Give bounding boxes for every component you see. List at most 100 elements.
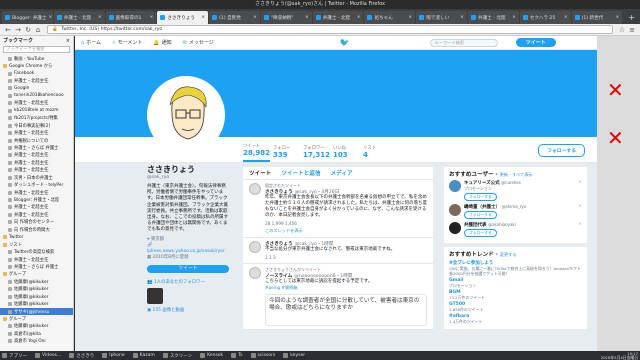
menu-icon[interactable]: ≡	[627, 26, 637, 34]
browser-tab[interactable]: Blogger: 弁護士 ×	[2, 11, 53, 24]
show-thread-link[interactable]: このスレッドを表示	[265, 228, 427, 234]
close-icon[interactable]: ×	[147, 15, 153, 20]
avatar[interactable]	[449, 222, 461, 234]
bookmark-item[interactable]: グループ	[0, 271, 73, 278]
browser-tab[interactable]: ささきりょう ×	[157, 11, 209, 24]
trend-item[interactable]: #全プレに参加しよう GWに実施。五巣に一番にTikTokで総合上に高級を知ろう！…	[449, 260, 582, 276]
browser-tab[interactable]: セクハラ 25 ×	[519, 11, 571, 24]
taskbar-item[interactable]: アプリー	[2, 353, 27, 359]
bookmark-item[interactable]: 弁護士・北陸主任	[0, 167, 73, 174]
close-icon[interactable]: ×	[406, 15, 412, 20]
browser-tab[interactable]: (1) 新世代 ×	[571, 11, 623, 24]
trends-change[interactable]: 変更する	[500, 252, 517, 257]
bookmark-item[interactable]: 今日の事実記事[2]	[0, 122, 73, 129]
reload-icon[interactable]: ↻	[23, 26, 33, 34]
taskbar-item[interactable]: ささきり	[69, 353, 94, 359]
avatar[interactable]	[249, 241, 261, 253]
timeline-tab[interactable]: ツイート	[249, 169, 271, 177]
close-icon[interactable]: ×	[303, 15, 309, 20]
bookmark-item[interactable]: Google	[0, 85, 73, 92]
profile-stat[interactable]: いいね 103	[333, 145, 360, 162]
browser-tab[interactable]: 暇で泥しい ×	[416, 11, 468, 24]
close-icon[interactable]: ×	[66, 38, 70, 44]
profile-stat[interactable]: フォロー 339	[273, 145, 300, 162]
browser-tab[interactable]: 弁護士 - 北陸 ×	[312, 11, 364, 24]
close-icon[interactable]: ×	[458, 15, 464, 20]
bookmark-item[interactable]: Facebook	[0, 70, 73, 77]
bookmark-item[interactable]: 弁護士・さらば 弁護士	[0, 144, 73, 151]
bookmark-item[interactable]: Twitter	[0, 234, 73, 241]
compose-tweet-button[interactable]: ツイート	[515, 38, 556, 47]
tweet-image[interactable]: 今回のような調査者が全国に分散していて、被害者は東京の場合、懲戒はどちらになりま…	[265, 294, 427, 326]
bookmark-item[interactable]: Twitterの高度な検索	[0, 248, 73, 255]
bookmark-item[interactable]: 弁護士・北陸主任	[0, 204, 73, 211]
close-icon[interactable]: ×	[96, 15, 102, 20]
browser-tab[interactable]: 画像取得の1 ×	[105, 11, 157, 24]
profile-website-link[interactable]: lplines.news.yahoo.co.jp/sasakiryo/	[147, 249, 224, 254]
tweet[interactable]: 固定されたツイート ささきりょう @sak_ryo・4月26日 昨年、東京弁護士会会長…	[243, 180, 433, 238]
tweet-actions[interactable]: 28 1,999 1,456	[265, 221, 427, 226]
bookmark-item[interactable]: リスト	[0, 241, 73, 248]
twitter-search-input[interactable]: キーワード検索	[429, 38, 498, 47]
bookmark-item[interactable]: 佐藤康(@kikuker	[0, 300, 73, 307]
close-icon[interactable]: ×	[510, 15, 516, 20]
follow-user-button[interactable]: フォローする	[464, 193, 497, 201]
trend-item[interactable]: #afbara 1.4万件のツイート	[449, 314, 582, 324]
close-icon[interactable]: ×	[562, 15, 568, 20]
bookmark-item[interactable]: 弁護士・北陸主任	[0, 129, 73, 136]
bookmark-item[interactable]: 高倉市(@kita	[0, 330, 73, 337]
bookmark-item[interactable]: 佐藤康(@kikuker	[0, 323, 73, 330]
taskbar-item[interactable]: Iphone	[102, 353, 125, 359]
close-icon[interactable]: ×	[47, 15, 53, 20]
nav-moments[interactable]: ⚡ モーメント	[112, 39, 142, 47]
bookmark-item[interactable]: ササキ(@jshensu	[0, 307, 73, 316]
suggested-user-name[interactable]: 嶋崎量（弁護士） @shima_ryo	[464, 204, 526, 210]
close-icon[interactable]: ×	[614, 15, 620, 20]
avatar[interactable]	[249, 183, 261, 195]
avatar[interactable]	[449, 180, 461, 192]
media-link[interactable]: ▣ 155 画像と動画	[147, 307, 229, 313]
profile-stat[interactable]: ツイート 28,982	[243, 143, 270, 162]
close-icon[interactable]: ×	[578, 204, 582, 219]
bookmark-item[interactable]: 弁護士・北陸主任	[0, 77, 73, 84]
close-icon[interactable]: ×	[578, 180, 582, 201]
profile-stat[interactable]: フォロワー 17,312	[303, 145, 330, 162]
bookmark-item[interactable]: Google Chrome から	[0, 62, 73, 69]
browser-tab[interactable]: (1) 自民党 ×	[209, 11, 260, 24]
bookmark-item[interactable]: 高倉市 Yogi Oni	[0, 338, 73, 345]
tweet-hashtags[interactable]: #peing #質問箱	[265, 285, 427, 291]
browser-tab[interactable]: 弁護士 - 北陸 ×	[468, 11, 519, 24]
bookmark-item[interactable]: 佐藤康(@kikuker	[0, 286, 73, 293]
bookmark-item[interactable]: 弁護士・北陸主任	[0, 159, 73, 166]
new-tab-icon[interactable]: +	[623, 11, 640, 24]
bookmark-item[interactable]: tonerin2018kohencooo	[0, 92, 73, 99]
bookmark-item[interactable]: 動画 - YouTube	[0, 55, 73, 62]
bookmark-item[interactable]: 向 作場合の時間大	[0, 226, 73, 233]
tweet-to-button[interactable]: ツイート	[147, 264, 229, 273]
tweet[interactable]: ささきりょう @sak_ryo・1時間 不当な処分が東京弁護士会になされて、懲戒は東…	[243, 238, 433, 264]
bookmark-item[interactable]: fb2017/projects/特集	[0, 115, 73, 122]
taskbar-item[interactable]: Kensok	[200, 353, 223, 359]
taskbar-item[interactable]: Ts	[231, 353, 243, 359]
bookmark-item[interactable]: 弁護士・さらば 弁護士	[0, 263, 73, 270]
bookmark-item[interactable]: ダッシュボード - telyPer	[0, 181, 73, 188]
bookmark-item[interactable]: 弁護士・北陸主任	[0, 100, 73, 107]
bookmark-item[interactable]: グループ	[0, 315, 73, 322]
avatar[interactable]	[449, 204, 461, 216]
taskbar-item[interactable]: Videos...	[35, 353, 61, 359]
close-icon[interactable]: ×	[251, 15, 257, 20]
profile-avatar[interactable]	[147, 76, 225, 154]
trend-item[interactable]: BGM 13.2万件のツイート	[449, 290, 582, 300]
avatar[interactable]	[249, 267, 261, 279]
tweet-actions[interactable]: 1 1 3	[265, 255, 427, 260]
bookmark-item[interactable]: kb2018tele at mozm	[0, 107, 73, 114]
followers-you-know[interactable]: 👥 1人のあなたのフォロワー	[147, 279, 229, 285]
url-bar[interactable]: 🔒 Twitter, Inc. (US) https://twitter.com…	[47, 25, 613, 34]
follow-user-button[interactable]: フォローする	[464, 229, 497, 237]
profile-name[interactable]: ささきりょう	[147, 164, 229, 175]
profile-stat[interactable]: リスト 4	[363, 145, 390, 162]
twitter-bird-icon[interactable]: 🐦	[340, 38, 350, 47]
trend-item[interactable]: GT500 3,658件のツイート	[449, 302, 582, 312]
suggested-user-name[interactable]: 弁護団代表 @asahiaoyaki	[464, 222, 516, 228]
bookmark-item[interactable]: 向 作場合のセンター	[0, 219, 73, 226]
